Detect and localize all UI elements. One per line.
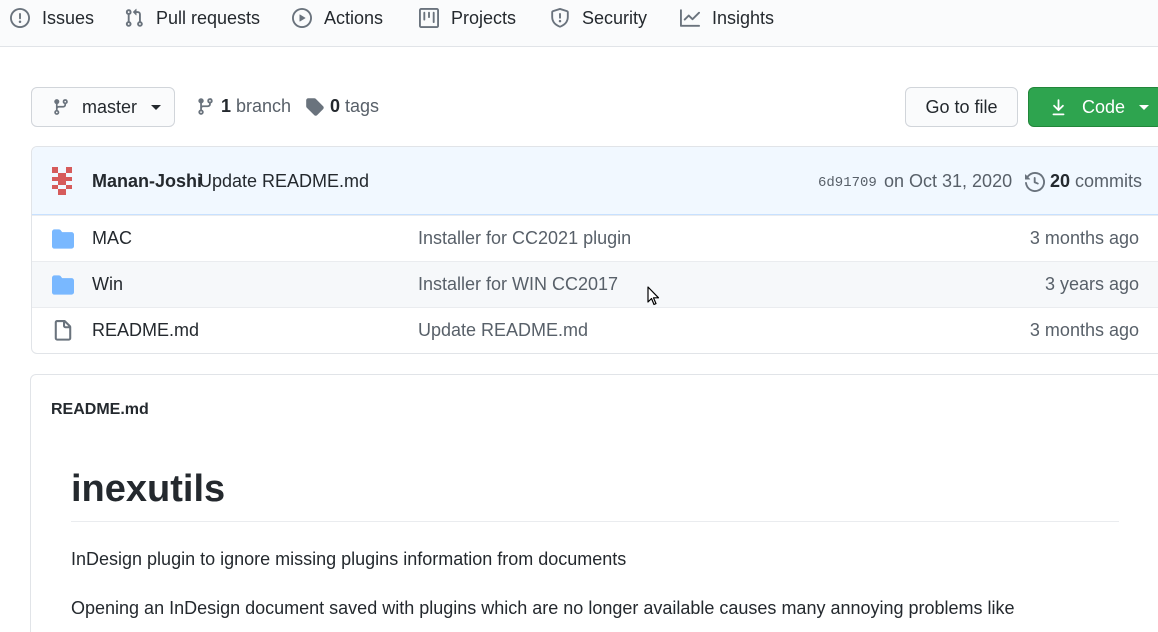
file-commit-link[interactable]: Update README.md — [418, 320, 588, 341]
readme-panel: README.md inexutils InDesign plugin to i… — [30, 374, 1158, 632]
tab-pull-requests-label: Pull requests — [156, 7, 261, 28]
branch-count: 1 — [221, 96, 232, 116]
go-to-file-button[interactable]: Go to file — [905, 87, 1018, 127]
latest-commit-bar: Manan-Joshi Update README.md 6d91709 on … — [32, 147, 1158, 215]
commit-author-link[interactable]: Manan-Joshi — [92, 171, 202, 192]
file-age: 3 months ago — [1029, 228, 1139, 248]
file-row[interactable]: MAC Installer for CC2021 plugin 3 months… — [32, 215, 1158, 261]
file-name-link[interactable]: Win — [92, 274, 123, 295]
mouse-cursor-icon — [647, 286, 660, 306]
file-age: 3 months ago — [1029, 320, 1139, 340]
pull-request-icon — [125, 8, 143, 27]
tab-insights-label: Insights — [712, 7, 775, 28]
folder-icon — [52, 229, 74, 249]
commit-message-link[interactable]: Update README.md — [199, 171, 369, 192]
commit-label: commits — [1075, 171, 1143, 191]
code-button-label: Code — [1082, 96, 1126, 117]
readme-paragraph: InDesign plugin to ignore missing plugin… — [71, 548, 627, 569]
readme-title: inexutils — [71, 445, 1119, 522]
readme-content: inexutils InDesign plugin to ignore miss… — [71, 445, 1119, 620]
file-row[interactable]: Win Installer for WIN CC2017 3 years ago — [32, 261, 1158, 307]
commits-history-link[interactable]: 20 commits — [1025, 171, 1142, 192]
file-commit-link[interactable]: Installer for WIN CC2017 — [418, 274, 618, 295]
file-age: 3 years ago — [1044, 274, 1139, 294]
issue-icon — [10, 8, 30, 28]
shield-icon — [551, 8, 569, 28]
file-list: Manan-Joshi Update README.md 6d91709 on … — [31, 146, 1158, 354]
code-button[interactable]: Code — [1028, 87, 1158, 127]
branches-link[interactable]: 1 branch — [196, 96, 291, 117]
tab-issues-label: Issues — [42, 7, 95, 28]
tab-projects-label: Projects — [451, 7, 517, 28]
tag-count: 0 — [330, 96, 341, 116]
file-name-link[interactable]: README.md — [92, 320, 199, 341]
history-icon — [1025, 171, 1045, 192]
readme-filename: README.md — [51, 401, 149, 418]
tab-issues[interactable]: Issues — [10, 0, 94, 36]
download-icon — [1052, 98, 1065, 115]
tab-actions-label: Actions — [324, 7, 384, 28]
caret-down-icon — [151, 104, 162, 110]
readme-paragraph: Opening an InDesign document saved with … — [71, 597, 1015, 618]
file-icon — [54, 320, 72, 341]
branch-icon — [54, 99, 68, 115]
avatar[interactable] — [52, 167, 72, 195]
branch-select-button[interactable]: master — [31, 87, 175, 127]
branch-name: master — [82, 96, 138, 117]
tab-projects[interactable]: Projects — [419, 0, 516, 36]
tab-pull-requests[interactable]: Pull requests — [124, 0, 260, 36]
tab-insights[interactable]: Insights — [680, 0, 774, 36]
tab-actions[interactable]: Actions — [292, 0, 383, 36]
commit-date: on Oct 31, 2020 — [884, 171, 1013, 191]
repo-tabnav: Issues Pull requests Actions Projects Se… — [0, 0, 1158, 47]
readme-header: README.md — [31, 375, 1158, 445]
tag-icon — [306, 98, 324, 116]
play-icon — [292, 8, 312, 28]
graph-icon — [680, 9, 700, 27]
file-row[interactable]: README.md Update README.md 3 months ago — [32, 307, 1158, 353]
tab-security[interactable]: Security — [550, 0, 647, 36]
commit-sha-link[interactable]: 6d91709 — [818, 175, 877, 191]
file-commit-link[interactable]: Installer for CC2021 plugin — [418, 228, 631, 249]
branch-label: branch — [236, 96, 292, 116]
commit-count: 20 — [1050, 171, 1071, 191]
folder-icon — [52, 275, 74, 295]
tags-link[interactable]: 0 tags — [305, 96, 379, 117]
project-icon — [419, 8, 439, 28]
caret-down-icon — [1139, 104, 1150, 110]
file-name-link[interactable]: MAC — [92, 228, 132, 249]
tab-security-label: Security — [582, 7, 648, 28]
tag-label: tags — [345, 96, 380, 116]
branch-icon — [198, 98, 213, 115]
